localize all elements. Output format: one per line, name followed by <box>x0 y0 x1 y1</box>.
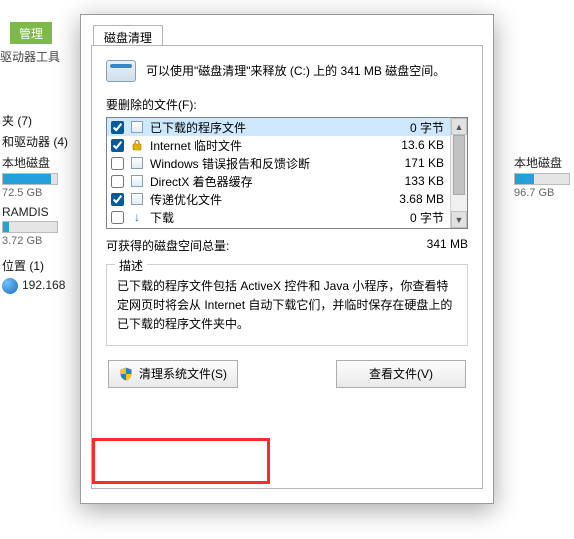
file-row-size: 13.6 KB <box>401 138 444 152</box>
network-location[interactable]: 192.168 <box>2 278 80 294</box>
description-group: 描述 已下载的程序文件包括 ActiveX 控件和 Java 小程序，你查看特定… <box>106 264 468 346</box>
file-type-icon <box>130 120 144 134</box>
globe-icon <box>2 278 18 294</box>
file-list-row[interactable]: ↓ 下载 0 字节 <box>107 208 450 226</box>
drive-c-usage-bar <box>2 173 58 185</box>
file-list-row[interactable]: Windows 错误报告和反馈诊断 171 KB <box>107 154 450 172</box>
file-row-checkbox[interactable] <box>111 139 124 152</box>
clean-system-files-button[interactable]: 清理系统文件(S) <box>108 360 238 388</box>
file-type-icon <box>130 138 144 152</box>
file-row-checkbox[interactable] <box>111 175 124 188</box>
file-type-icon <box>130 174 144 188</box>
scroll-track[interactable] <box>451 135 467 211</box>
drive-ramdisk-capacity: 3.72 GB <box>2 235 80 247</box>
info-row: 可以使用"磁盘清理"来释放 (C:) 上的 341 MB 磁盘空间。 <box>106 60 468 82</box>
uac-shield-icon <box>119 367 133 381</box>
file-type-icon <box>130 192 144 206</box>
file-row-name: DirectX 着色器缓存 <box>150 173 397 190</box>
files-list[interactable]: 已下载的程序文件 0 字节 Internet 临时文件 13.6 KB Windows … <box>106 117 468 229</box>
file-type-icon: ↓ <box>130 210 144 224</box>
dialog-content: 可以使用"磁盘清理"来释放 (C:) 上的 341 MB 磁盘空间。 要删除的文… <box>91 45 483 489</box>
drive-item-c[interactable]: 本地磁盘 <box>2 154 80 171</box>
file-row-name: 下载 <box>150 209 402 226</box>
total-label: 可获得的磁盘空间总量: <box>106 237 229 254</box>
ribbon-tab-drive-tools[interactable]: 驱动器工具 <box>0 48 60 65</box>
files-to-delete-label: 要删除的文件(F): <box>106 96 468 113</box>
info-text: 可以使用"磁盘清理"来释放 (C:) 上的 341 MB 磁盘空间。 <box>146 62 445 80</box>
scrollbar[interactable]: ▲ ▼ <box>450 118 467 228</box>
drive-right-usage-bar <box>514 173 570 185</box>
file-row-checkbox[interactable] <box>111 157 124 170</box>
drive-c-capacity: 72.5 GB <box>2 187 80 199</box>
explorer-left-panel: 夹 (7) 和驱动器 (4) 本地磁盘 72.5 GB RAMDIS 3.72 … <box>0 108 80 296</box>
locations-group-header: 位置 (1) <box>2 257 80 274</box>
drive-ramdisk-usage-bar <box>2 221 58 233</box>
network-location-label: 192.168 <box>22 278 65 292</box>
drive-icon <box>106 60 136 82</box>
file-row-name: 传递优化文件 <box>150 191 391 208</box>
view-files-label: 查看文件(V) <box>369 365 433 382</box>
file-row-size: 0 字节 <box>410 209 444 226</box>
file-list-row[interactable]: DirectX 着色器缓存 133 KB <box>107 172 450 190</box>
scroll-up-button[interactable]: ▲ <box>451 118 467 135</box>
file-row-size: 3.68 MB <box>399 192 444 206</box>
description-text: 已下载的程序文件包括 ActiveX 控件和 Java 小程序，你查看特定网页时… <box>117 277 457 335</box>
disk-cleanup-dialog: 磁盘清理 可以使用"磁盘清理"来释放 (C:) 上的 341 MB 磁盘空间。 … <box>80 14 494 504</box>
file-row-name: Windows 错误报告和反馈诊断 <box>150 155 397 172</box>
file-row-size: 0 字节 <box>410 119 444 136</box>
file-type-icon <box>130 156 144 170</box>
file-list-row[interactable]: Internet 临时文件 13.6 KB <box>107 136 450 154</box>
total-value: 341 MB <box>427 237 468 254</box>
description-legend: 描述 <box>115 257 147 274</box>
drive-item-right[interactable]: 本地磁盘 <box>514 154 574 171</box>
annotation-highlight <box>92 438 270 484</box>
total-row: 可获得的磁盘空间总量: 341 MB <box>106 237 468 254</box>
file-row-name: 已下载的程序文件 <box>150 119 402 136</box>
file-list-row[interactable]: 传递优化文件 3.68 MB <box>107 190 450 208</box>
scroll-down-button[interactable]: ▼ <box>451 211 467 228</box>
file-row-name: Internet 临时文件 <box>150 137 393 154</box>
drive-item-ramdisk[interactable]: RAMDIS <box>2 205 80 219</box>
scroll-thumb[interactable] <box>453 135 465 195</box>
file-row-checkbox[interactable] <box>111 193 124 206</box>
clean-system-files-label: 清理系统文件(S) <box>139 365 227 382</box>
file-list-row[interactable]: 已下载的程序文件 0 字节 <box>107 118 450 136</box>
file-row-size: 133 KB <box>405 174 444 188</box>
file-row-size: 171 KB <box>405 156 444 170</box>
ribbon-tab-manage[interactable]: 管理 <box>10 22 52 44</box>
folders-group-header: 夹 (7) <box>2 112 80 129</box>
button-row: 清理系统文件(S) 查看文件(V) <box>106 360 468 388</box>
view-files-button[interactable]: 查看文件(V) <box>336 360 466 388</box>
drives-group-header: 和驱动器 (4) <box>2 133 80 150</box>
file-row-checkbox[interactable] <box>111 121 124 134</box>
file-row-checkbox[interactable] <box>111 211 124 224</box>
explorer-right-partial: 本地磁盘 96.7 GB <box>510 150 574 205</box>
drive-right-capacity: 96.7 GB <box>514 187 574 199</box>
